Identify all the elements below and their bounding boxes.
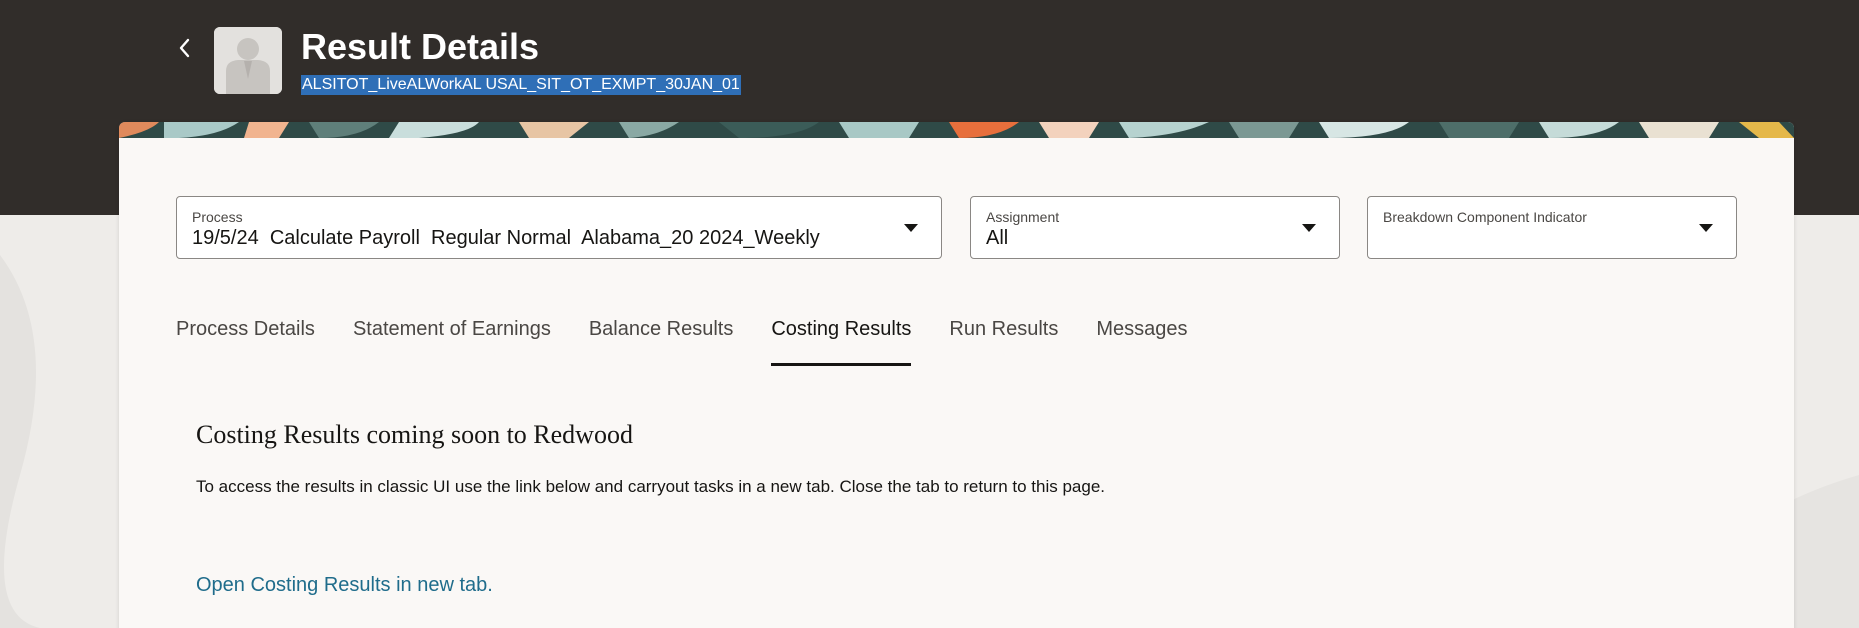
chevron-left-icon [179, 38, 190, 58]
assignment-value: All [986, 227, 1009, 249]
tab-costing-results[interactable]: Costing Results [771, 318, 912, 366]
caret-down-icon [904, 224, 918, 232]
process-select[interactable]: Process 19/5/24 Calculate Payroll Regula… [176, 196, 942, 259]
open-costing-results-link[interactable]: Open Costing Results in new tab. [196, 574, 493, 597]
process-value: 19/5/24 Calculate Payroll Regular Normal… [192, 227, 820, 249]
avatar [214, 27, 282, 94]
process-label: Process [192, 209, 243, 225]
caret-down-icon [1699, 224, 1713, 232]
assignment-select[interactable]: Assignment All [970, 196, 1340, 259]
tab-run-results[interactable]: Run Results [949, 318, 1058, 366]
breakdown-component-select[interactable]: Breakdown Component Indicator [1367, 196, 1737, 259]
page-title: Result Details [301, 26, 540, 67]
assignment-label: Assignment [986, 209, 1060, 225]
tab-statement-of-earnings[interactable]: Statement of Earnings [353, 318, 551, 366]
person-placeholder-icon [214, 27, 282, 94]
decorative-banner [119, 122, 1794, 138]
section-description: To access the results in classic UI use … [196, 477, 1106, 496]
breakdown-label: Breakdown Component Indicator [1383, 209, 1587, 225]
tab-balance-results[interactable]: Balance Results [589, 318, 734, 366]
section-title: Costing Results coming soon to Redwood [196, 420, 633, 449]
content-card: Process 19/5/24 Calculate Payroll Regula… [119, 122, 1794, 628]
result-tabs: Process Details Statement of Earnings Ba… [176, 318, 1226, 366]
caret-down-icon [1302, 224, 1316, 232]
tab-messages[interactable]: Messages [1096, 318, 1187, 366]
tab-process-details[interactable]: Process Details [176, 318, 315, 366]
page-subtitle: ALSITOT_LiveALWorkAL USAL_SIT_OT_EXMPT_3… [301, 75, 741, 95]
back-button[interactable] [168, 32, 200, 64]
